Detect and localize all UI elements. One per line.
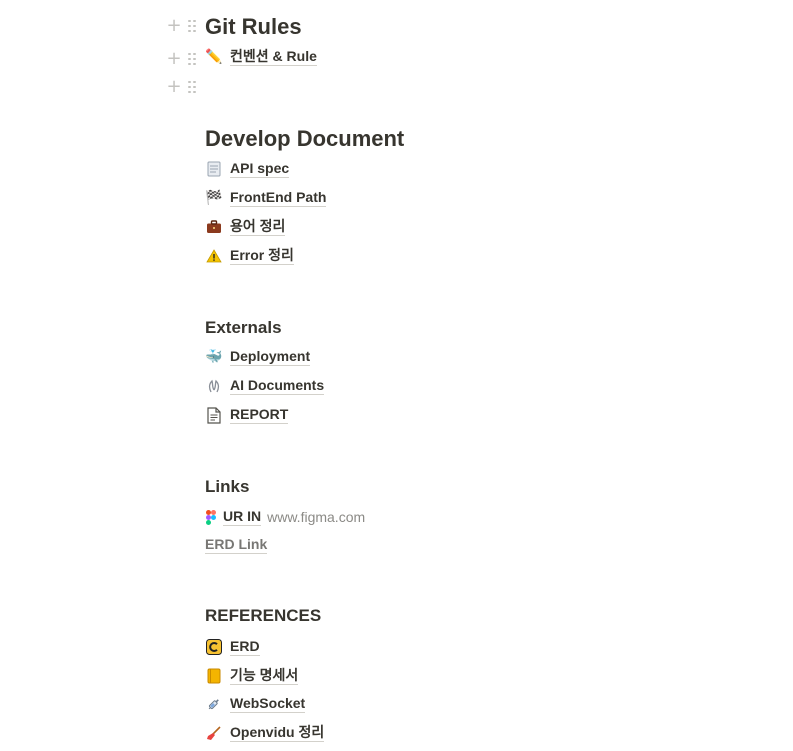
add-block-button[interactable]: +: [166, 78, 182, 96]
figma-link-domain: www.figma.com: [267, 509, 366, 525]
notebook-icon: [205, 667, 223, 685]
block-controls: +: [166, 17, 196, 35]
ai-icon: [205, 377, 223, 395]
figma-icon: [205, 508, 217, 526]
page-link-label: FrontEnd Path: [230, 189, 327, 207]
page-link-api-spec[interactable]: API spec: [205, 160, 290, 178]
page-link-label: WebSocket: [230, 695, 306, 713]
page-link-glossary[interactable]: 용어 정리: [205, 218, 286, 236]
erd-link-label: ERD Link: [205, 536, 268, 554]
heading-develop-document: Develop Document: [205, 126, 405, 151]
page-link-label: 용어 정리: [230, 218, 286, 236]
page-link-label: Error 정리: [230, 247, 294, 265]
page-link-label: Deployment: [230, 348, 311, 366]
figma-link-label: UR IN: [223, 508, 262, 526]
page-link-deployment[interactable]: 🐳 Deployment: [205, 348, 311, 366]
page-link-feature-spec[interactable]: 기능 명세서: [205, 667, 299, 685]
heading-links: Links: [205, 477, 250, 496]
document-icon: [205, 406, 223, 424]
page-link-label: Openvidu 정리: [230, 724, 325, 742]
heading-references: REFERENCES: [205, 606, 322, 625]
page-link-report[interactable]: REPORT: [205, 406, 289, 424]
page-link-label: ERD: [230, 638, 260, 656]
page-link-convention-rule[interactable]: ✏️ 컨벤션 & Rule: [205, 48, 317, 66]
whale-icon: 🐳: [205, 349, 223, 365]
page-link-label: AI Documents: [230, 377, 325, 395]
syringe-icon: [205, 695, 223, 713]
heading-externals: Externals: [205, 318, 282, 337]
block-controls: +: [166, 50, 196, 68]
drag-handle-icon[interactable]: [188, 19, 196, 33]
page-link-label: REPORT: [230, 406, 289, 424]
figma-link[interactable]: UR IN www.figma.com: [205, 508, 365, 526]
page-link-ai-documents[interactable]: AI Documents: [205, 377, 325, 395]
briefcase-icon: [205, 218, 223, 236]
drag-handle-icon[interactable]: [188, 80, 196, 94]
page-link-websocket[interactable]: WebSocket: [205, 695, 306, 713]
page-link-frontend-path[interactable]: 🏁 FrontEnd Path: [205, 189, 327, 207]
page-link-label: 기능 명세서: [230, 667, 299, 685]
page-link-error[interactable]: Error 정리: [205, 247, 294, 265]
add-block-button[interactable]: +: [166, 17, 182, 35]
page-link-label: 컨벤션 & Rule: [230, 48, 317, 66]
erd-icon: [205, 638, 223, 656]
erd-link[interactable]: ERD Link: [205, 536, 268, 554]
broom-icon: [205, 724, 223, 742]
pencil-icon: ✏️: [205, 49, 223, 65]
block-controls: +: [166, 78, 196, 96]
checkered-flag-icon: 🏁: [205, 190, 223, 206]
warning-icon: [205, 247, 223, 265]
heading-git-rules: Git Rules: [205, 14, 302, 39]
add-block-button[interactable]: +: [166, 50, 182, 68]
page-link-erd[interactable]: ERD: [205, 638, 260, 656]
page-icon: [205, 160, 223, 178]
drag-handle-icon[interactable]: [188, 52, 196, 66]
page-link-openvidu[interactable]: Openvidu 정리: [205, 724, 325, 742]
page-link-label: API spec: [230, 160, 290, 178]
